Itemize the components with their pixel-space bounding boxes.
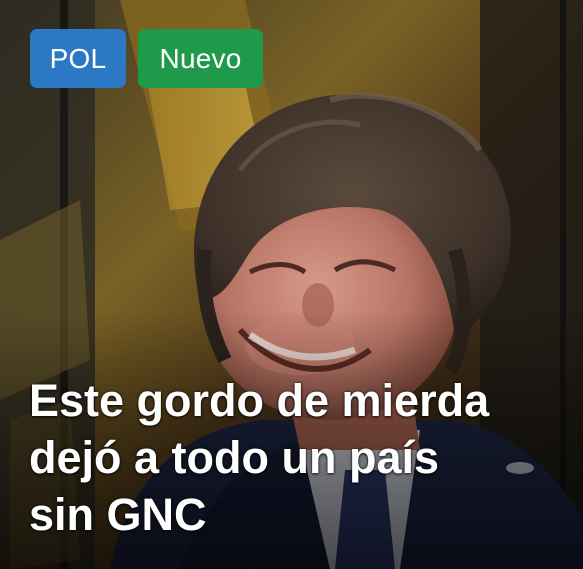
badge-row: POL Nuevo <box>30 29 263 88</box>
post-card[interactable]: POL Nuevo Este gordo de mierda dejó a to… <box>0 0 583 569</box>
headline-line: sin GNC <box>29 489 207 540</box>
headline-line: Este gordo de mierda <box>29 375 490 426</box>
post-headline[interactable]: Este gordo de mierda dejó a todo un país… <box>29 372 569 543</box>
new-badge: Nuevo <box>138 29 263 88</box>
headline-line: dejó a todo un país <box>29 432 440 483</box>
category-badge[interactable]: POL <box>30 29 126 88</box>
